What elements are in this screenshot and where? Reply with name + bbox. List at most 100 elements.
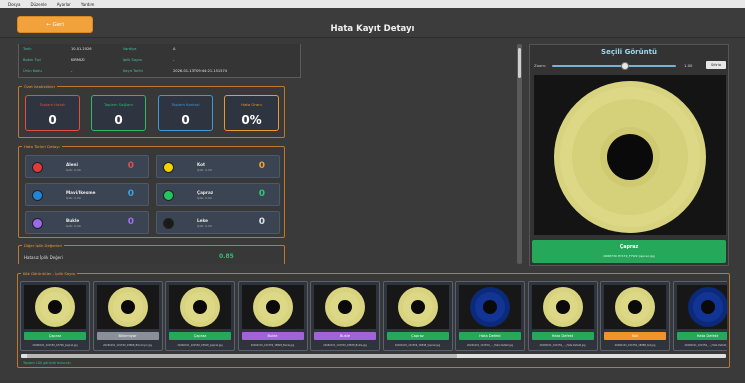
error-count: 0 — [258, 161, 265, 171]
thumbnail-card[interactable]: Hata Defekt 20260101_101559_..._Hata Defe… — [672, 281, 727, 351]
error-count: 0 — [127, 217, 134, 227]
thumbnail-status: Hata Defekt — [459, 332, 521, 340]
bobbin-thumbnail-icon — [687, 287, 727, 327]
scrollbar-thumb[interactable] — [27, 354, 457, 358]
thumbnail-image[interactable] — [241, 285, 304, 329]
page-title: Hata Kayıt Detayı — [330, 24, 415, 34]
thumbnails-footer: Toplam 100 görüntü bulundu — [23, 361, 71, 365]
selected-status-label: Çapraz — [619, 245, 639, 250]
thumbnail-card[interactable]: Kot 20260101_101559_18888_Kot.jpg — [600, 281, 670, 351]
thumbnail-status: Bilinmiyor — [96, 332, 159, 340]
error-types-title: Hata Türleri Detayı — [22, 144, 62, 149]
thumbnail-image[interactable] — [96, 285, 159, 329]
scrollbar-thumb[interactable] — [518, 48, 521, 78]
thumbnail-card[interactable]: Çapraz 20260101_101559_18818_Çapraz.jpg — [165, 281, 235, 351]
error-count: 0 — [258, 189, 265, 199]
bobbin-thumbnail-icon — [35, 287, 75, 327]
thumbnail-file-name: 20260101_101559_18818_Çapraz.jpg — [177, 344, 223, 347]
summary-value: 0 — [114, 113, 123, 127]
zoom-slider-handle[interactable] — [621, 62, 629, 70]
summary-value: 0 — [181, 113, 190, 127]
thumbnail-file-name: 20260101_101559_18838_Bukle.jpg — [323, 344, 367, 347]
bobbin-thumbnail-icon — [542, 287, 583, 327]
error-name: Bukle — [66, 218, 80, 223]
menu-item-edit[interactable]: Düzenle — [30, 2, 46, 7]
info-label: Bobin Tipi — [23, 58, 41, 62]
thumbnail-status: Çapraz — [24, 332, 86, 340]
thumbnail-card[interactable]: Hata Defekt 20260101_101559_..._Hata Defe… — [527, 281, 598, 351]
menu-item-file[interactable]: Dosya — [8, 2, 20, 7]
bobbin-thumbnail-icon — [107, 287, 148, 327]
summary-label: Toplam Kontrol — [171, 102, 200, 107]
green-dot-icon — [163, 190, 174, 201]
preview-title: Seçili Görüntü — [601, 48, 657, 56]
thumbnail-card[interactable]: Bukle 20260101_101559_18828_Bukle.jpg — [237, 281, 308, 351]
vertical-scrollbar[interactable] — [517, 44, 522, 264]
thumbnail-image[interactable] — [314, 285, 376, 329]
blue-dot-icon — [32, 190, 43, 201]
summary-box-defective: Toplam Hatalı 0 — [25, 95, 80, 131]
thumbnail-card[interactable]: Çapraz 20260101_101559_18798_Çapraz.jpg — [20, 281, 90, 351]
info-label: Ürün Kodu — [23, 69, 42, 73]
selected-image[interactable] — [534, 75, 726, 235]
error-sub: İplik: 0.00 — [66, 196, 81, 200]
error-item-leke: Leke İplik: 0.00 0 — [156, 211, 280, 234]
reset-zoom-button[interactable]: Sıfırla — [706, 61, 726, 69]
thumbnail-status: Kot — [604, 332, 666, 340]
thumbnail-status: Hata Defekt — [531, 332, 594, 340]
header-bar: ← Geri Hata Kayıt Detayı — [0, 8, 745, 38]
summary-group: Özet İstatistikler Toplam Hatalı 0 Toplam… — [18, 84, 285, 138]
menu-item-settings[interactable]: Ayarlar — [57, 2, 71, 7]
thumbnail-image[interactable] — [459, 285, 521, 329]
info-value: 2026-01-13T09:44:21.151574 — [173, 69, 228, 73]
error-item-kot: Kot İplik: 0.00 0 — [156, 155, 280, 178]
thumbnail-file-name: 20260101_101559_18798_Çapraz.jpg — [32, 344, 78, 347]
info-value: KIRMIZI — [71, 58, 85, 62]
summary-value: 0 — [48, 113, 57, 127]
error-item-bukle: Bukle İplik: 0.00 0 — [25, 211, 149, 234]
thumbnail-card[interactable]: Bilinmiyor 20260101_101559_18808_Bilinmiy… — [92, 281, 163, 351]
bobbin-thumbnail-icon — [325, 287, 365, 327]
summary-label: Toplam Sağlam — [104, 102, 133, 107]
bobbin-thumbnail-icon — [180, 287, 220, 327]
other-value-label: Hatasız İplik Değeri — [24, 255, 63, 260]
horizontal-scrollbar[interactable] — [21, 354, 726, 358]
error-sub: İplik: 0.00 — [197, 196, 212, 200]
info-value: - — [71, 69, 73, 73]
bobbin-thumbnail-icon — [615, 287, 655, 327]
thumbnail-image[interactable] — [604, 285, 666, 329]
thumbnail-card[interactable]: Hata Defekt 20260101_101559_..._Hata Defe… — [455, 281, 525, 351]
red-dot-icon — [32, 162, 43, 173]
error-name: Leke — [197, 218, 209, 223]
zoom-slider[interactable] — [552, 62, 676, 70]
error-sub: İplik: 0.00 — [197, 224, 212, 228]
bobbin-thumbnail-icon — [470, 287, 510, 327]
selected-file-name: 0068730.HY1T2_F7W2 Çapraz.jpg — [603, 254, 655, 258]
thumbnail-file-name: 20260101_101559_18848_Çapraz.jpg — [394, 344, 441, 347]
thumbnail-image[interactable] — [386, 285, 449, 329]
thumbnail-image[interactable] — [169, 285, 231, 329]
thumbnail-status: Çapraz — [386, 332, 449, 340]
thumbnail-file-name: 20260101_101559_18808_Bilinmiyor.jpg — [103, 344, 152, 347]
thumbnails-group: Kök Görüntüler - İplik Sayısı Çapraz 2026… — [17, 271, 730, 368]
error-count: 0 — [127, 161, 134, 171]
bobbin-thumbnail-icon — [397, 287, 438, 327]
error-sub: İplik: 0.00 — [197, 168, 212, 172]
thumbnail-file-name: 20260101_101559_..._Hata Defekt.jpg — [539, 344, 586, 347]
thumbnail-card[interactable]: Çapraz 20260101_101559_18848_Çapraz.jpg — [382, 281, 453, 351]
record-info: Tarih 10.01.2026 Vardiya A Bobin Tipi KI… — [18, 44, 301, 78]
error-sub: İplik: 0.00 — [66, 224, 81, 228]
error-sub: İplik: 0.00 — [66, 168, 81, 172]
preview-panel: Seçili Görüntü Zoom: 1.00 Sıfırla Çapraz… — [529, 44, 729, 266]
thumbnail-image[interactable] — [676, 285, 727, 329]
thumbnail-image[interactable] — [531, 285, 594, 329]
thumbnail-card[interactable]: Bukle 20260101_101559_18838_Bukle.jpg — [310, 281, 380, 351]
other-values-title: Diğer İplik Değerleri — [22, 243, 65, 248]
error-item-aleni: Aleni İplik: 0.00 0 — [25, 155, 149, 178]
error-name: Kot — [197, 162, 206, 167]
menu-item-help[interactable]: Yardım — [81, 2, 94, 7]
info-label: Tarih — [23, 47, 32, 51]
zoom-label: Zoom: — [534, 63, 547, 68]
thumbnail-image[interactable] — [24, 285, 86, 329]
black-dot-icon — [163, 218, 174, 229]
